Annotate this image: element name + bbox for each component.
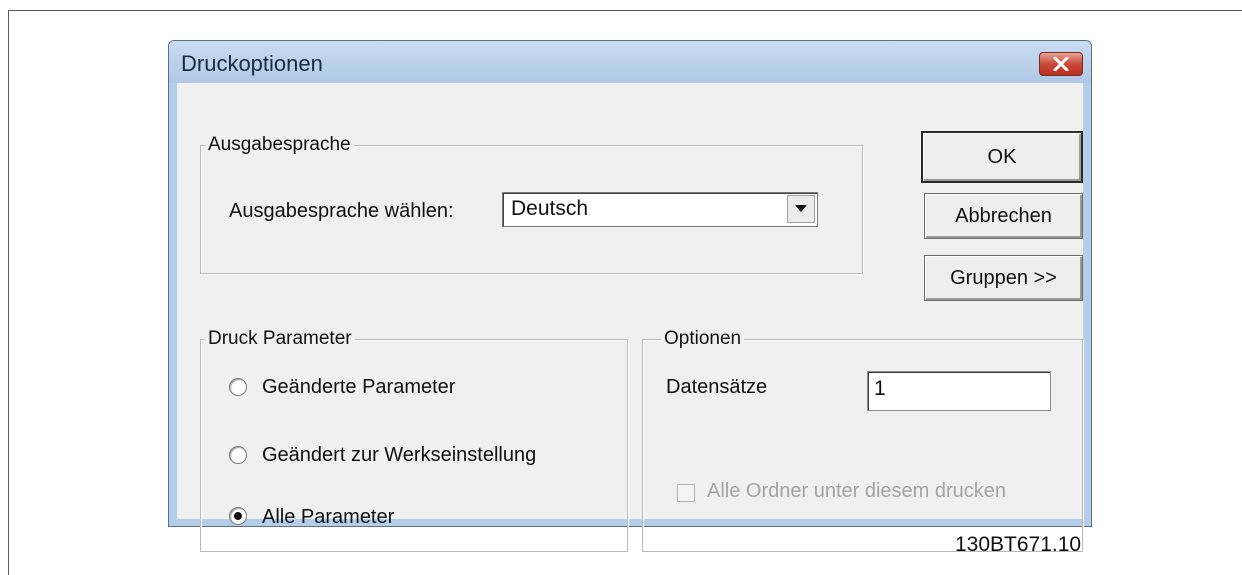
radio-all-parameters-label[interactable]: Alle Parameter [262, 506, 394, 529]
close-button[interactable] [1039, 52, 1083, 76]
close-x-icon [1053, 57, 1069, 71]
frame-border-left [8, 10, 9, 575]
print-subfolders-checkbox[interactable] [677, 484, 695, 502]
groups-button-label: Gruppen >> [950, 266, 1057, 289]
radio-changed-parameters[interactable] [229, 378, 247, 396]
cancel-button[interactable]: Abbrechen [924, 193, 1083, 239]
figure-code: 130BT671.10 [955, 533, 1082, 556]
records-input[interactable]: 1 [867, 371, 1051, 411]
ok-button[interactable]: OK [921, 131, 1083, 183]
chevron-down-icon [795, 205, 807, 212]
output-language-select[interactable]: Deutsch [502, 192, 818, 227]
dialog-client-area: Ausgabesprache Ausgabesprache wählen: De… [177, 83, 1083, 552]
radio-changed-from-default[interactable] [229, 446, 247, 464]
print-parameters-group-label: Druck Parameter [205, 327, 355, 351]
output-language-value: Deutsch [511, 197, 589, 220]
records-input-value: 1 [874, 377, 886, 400]
radio-selected-dot [234, 512, 242, 520]
radio-changed-parameters-label[interactable]: Geänderte Parameter [262, 376, 455, 399]
dropdown-button[interactable] [787, 195, 815, 223]
groups-button[interactable]: Gruppen >> [924, 255, 1083, 301]
output-language-group-label: Ausgabesprache [205, 133, 354, 157]
radio-all-parameters[interactable] [229, 507, 247, 525]
cancel-button-label: Abbrechen [955, 204, 1052, 227]
dialog-title: Druckoptionen [181, 51, 323, 76]
print-subfolders-label: Alle Ordner unter diesem drucken [707, 480, 1007, 502]
radio-changed-from-default-label[interactable]: Geändert zur Werkseinstellung [262, 444, 536, 467]
options-group-label: Optionen [661, 327, 745, 351]
title-bar[interactable]: Druckoptionen [169, 41, 1091, 83]
records-label: Datensätze [666, 376, 768, 398]
print-options-dialog: Druckoptionen Ausgabesprache Ausgabespra… [168, 40, 1092, 552]
output-language-label: Ausgabesprache wählen: [229, 200, 454, 222]
frame-border-top [8, 10, 1242, 11]
ok-button-label: OK [987, 145, 1017, 168]
